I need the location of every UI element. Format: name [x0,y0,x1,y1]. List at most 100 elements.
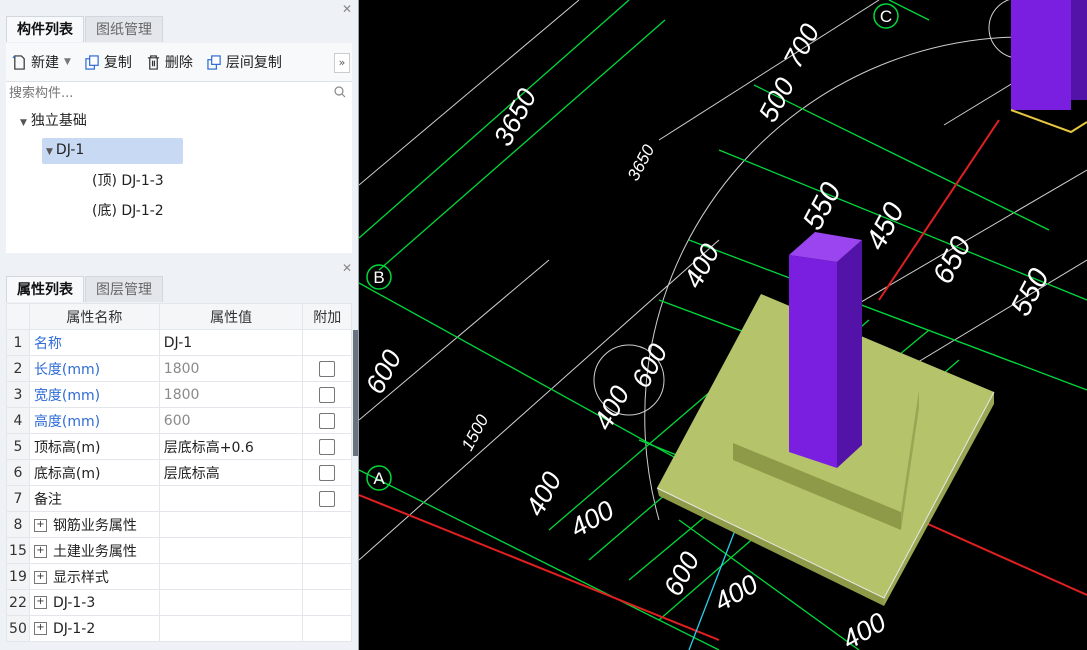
expand-plus-icon[interactable]: + [33,596,47,609]
table-row[interactable]: 19 + 显示样式 [6,563,352,590]
table-row[interactable]: 1 名称 DJ-1 [6,329,352,356]
axis-label-a: A [373,469,385,488]
property-group-label: 土建业务属性 [52,543,137,560]
property-name: 备注 [28,485,160,512]
row-index: 15 [6,537,30,564]
close-icon[interactable]: ✕ [342,262,352,274]
table-row[interactable]: 15 + 土建业务属性 [6,537,352,564]
expand-plus-icon[interactable]: + [33,571,47,584]
table-row[interactable]: 50 + DJ-1-2 [6,615,352,642]
tree-category[interactable]: ▼ 独立基础 [20,109,87,135]
property-tabs: 属性列表 图层管理 [6,276,164,302]
property-group[interactable]: + 显示样式 [28,563,160,590]
property-table: 属性名称 属性值 附加 1 名称 DJ-1 2 长度(mm) 1800 3 宽度… [6,303,352,642]
search-icon[interactable] [334,86,346,98]
row-index: 1 [6,329,30,356]
copy-label: 复制 [103,55,132,71]
expand-arrow-icon[interactable]: ▼ [46,147,53,157]
table-row[interactable]: 6 底标高(m) 层底标高 [6,459,352,486]
property-value [158,537,304,564]
extra-cell [302,407,352,434]
property-value[interactable] [158,485,304,512]
header-name: 属性名称 [28,303,160,330]
floor-copy-icon [207,54,221,70]
more-button[interactable]: » [334,53,350,73]
extra-checkbox[interactable] [319,360,336,377]
extra-checkbox[interactable] [319,386,336,403]
close-icon[interactable]: ✕ [342,3,352,15]
left-panel: ✕ 构件列表 图纸管理 新建 ▼ 复制 删除 层间复制 » ▼独立基础 [0,0,359,650]
copy-button[interactable]: 复制 [85,52,132,72]
delete-button[interactable]: 删除 [146,52,193,72]
tree-child-top[interactable]: (顶) DJ-1-3 [92,169,164,193]
chevron-down-icon[interactable]: ▼ [64,57,71,67]
tab-property-list[interactable]: 属性列表 [6,276,84,302]
table-row[interactable]: 8 + 钢筋业务属性 [6,511,352,538]
drawing-canvas[interactable]: C B A 3650 3650 1500 700 500 550 450 650… [359,0,1087,650]
table-row[interactable]: 5 顶标高(m) 层底标高+0.6 [6,433,352,460]
property-value[interactable]: 1800 [158,355,304,382]
extra-cell [302,381,352,408]
tab-drawing-manage[interactable]: 图纸管理 [85,16,163,42]
property-group[interactable]: + 钢筋业务属性 [28,511,160,538]
row-index: 3 [6,381,30,408]
property-value[interactable]: 层底标高+0.6 [158,433,304,460]
table-row[interactable]: 4 高度(mm) 600 [6,407,352,434]
axis-label-b: B [373,268,384,287]
tree-item-selected[interactable]: ▼ DJ-1 [42,138,183,164]
row-index: 50 [6,615,30,642]
extra-checkbox[interactable] [319,464,336,481]
property-name: 长度(mm) [28,355,160,382]
extra-cell [302,433,352,460]
property-value [158,615,304,642]
extra-cell [302,589,352,616]
expand-arrow-icon[interactable]: ▼ [20,118,27,128]
tree-child-bottom[interactable]: (底) DJ-1-2 [92,199,164,223]
main-column[interactable] [789,232,862,468]
row-index: 8 [6,511,30,538]
property-group[interactable]: + DJ-1-3 [28,589,160,616]
axis-label-c: C [880,7,892,26]
new-file-icon [12,54,25,70]
panel-scrollbar[interactable] [353,330,358,456]
property-name: 宽度(mm) [28,381,160,408]
property-group[interactable]: + 土建业务属性 [28,537,160,564]
extra-cell [302,355,352,382]
property-value[interactable]: 层底标高 [158,459,304,486]
floor-copy-button[interactable]: 层间复制 [207,52,282,72]
extra-checkbox[interactable] [319,412,336,429]
table-row[interactable]: 22 + DJ-1-3 [6,589,352,616]
property-group[interactable]: + DJ-1-2 [28,615,160,642]
new-button[interactable]: 新建 ▼ [12,52,71,72]
row-index: 7 [6,485,30,512]
tab-layer-manage[interactable]: 图层管理 [85,276,163,302]
property-name: 顶标高(m) [28,433,160,460]
property-value[interactable]: 1800 [158,381,304,408]
row-index: 2 [6,355,30,382]
extra-cell [302,537,352,564]
extra-cell [302,459,352,486]
search-box [6,81,352,105]
table-row[interactable]: 2 长度(mm) 1800 [6,355,352,382]
extra-cell [302,615,352,642]
table-row[interactable]: 3 宽度(mm) 1800 [6,381,352,408]
component-tabs: 构件列表 图纸管理 [6,16,164,42]
property-value[interactable]: 600 [158,407,304,434]
extra-checkbox[interactable] [319,438,336,455]
expand-plus-icon[interactable]: + [33,519,47,532]
expand-plus-icon[interactable]: + [33,622,47,635]
extra-cell [302,329,352,356]
component-toolbar: 新建 ▼ 复制 删除 层间复制 » [6,43,352,81]
expand-plus-icon[interactable]: + [33,545,47,558]
property-table-wrap: 属性名称 属性值 附加 1 名称 DJ-1 2 长度(mm) 1800 3 宽度… [6,303,352,642]
table-header-row: 属性名称 属性值 附加 [6,303,352,330]
tree-item-label: DJ-1 [55,142,85,158]
trash-icon [147,54,160,70]
extra-checkbox[interactable] [319,490,336,507]
table-row[interactable]: 7 备注 [6,485,352,512]
row-index: 4 [6,407,30,434]
tab-component-list[interactable]: 构件列表 [6,16,84,42]
property-value[interactable]: DJ-1 [158,329,304,356]
search-input[interactable] [6,82,311,104]
property-group-label: 钢筋业务属性 [52,517,137,534]
